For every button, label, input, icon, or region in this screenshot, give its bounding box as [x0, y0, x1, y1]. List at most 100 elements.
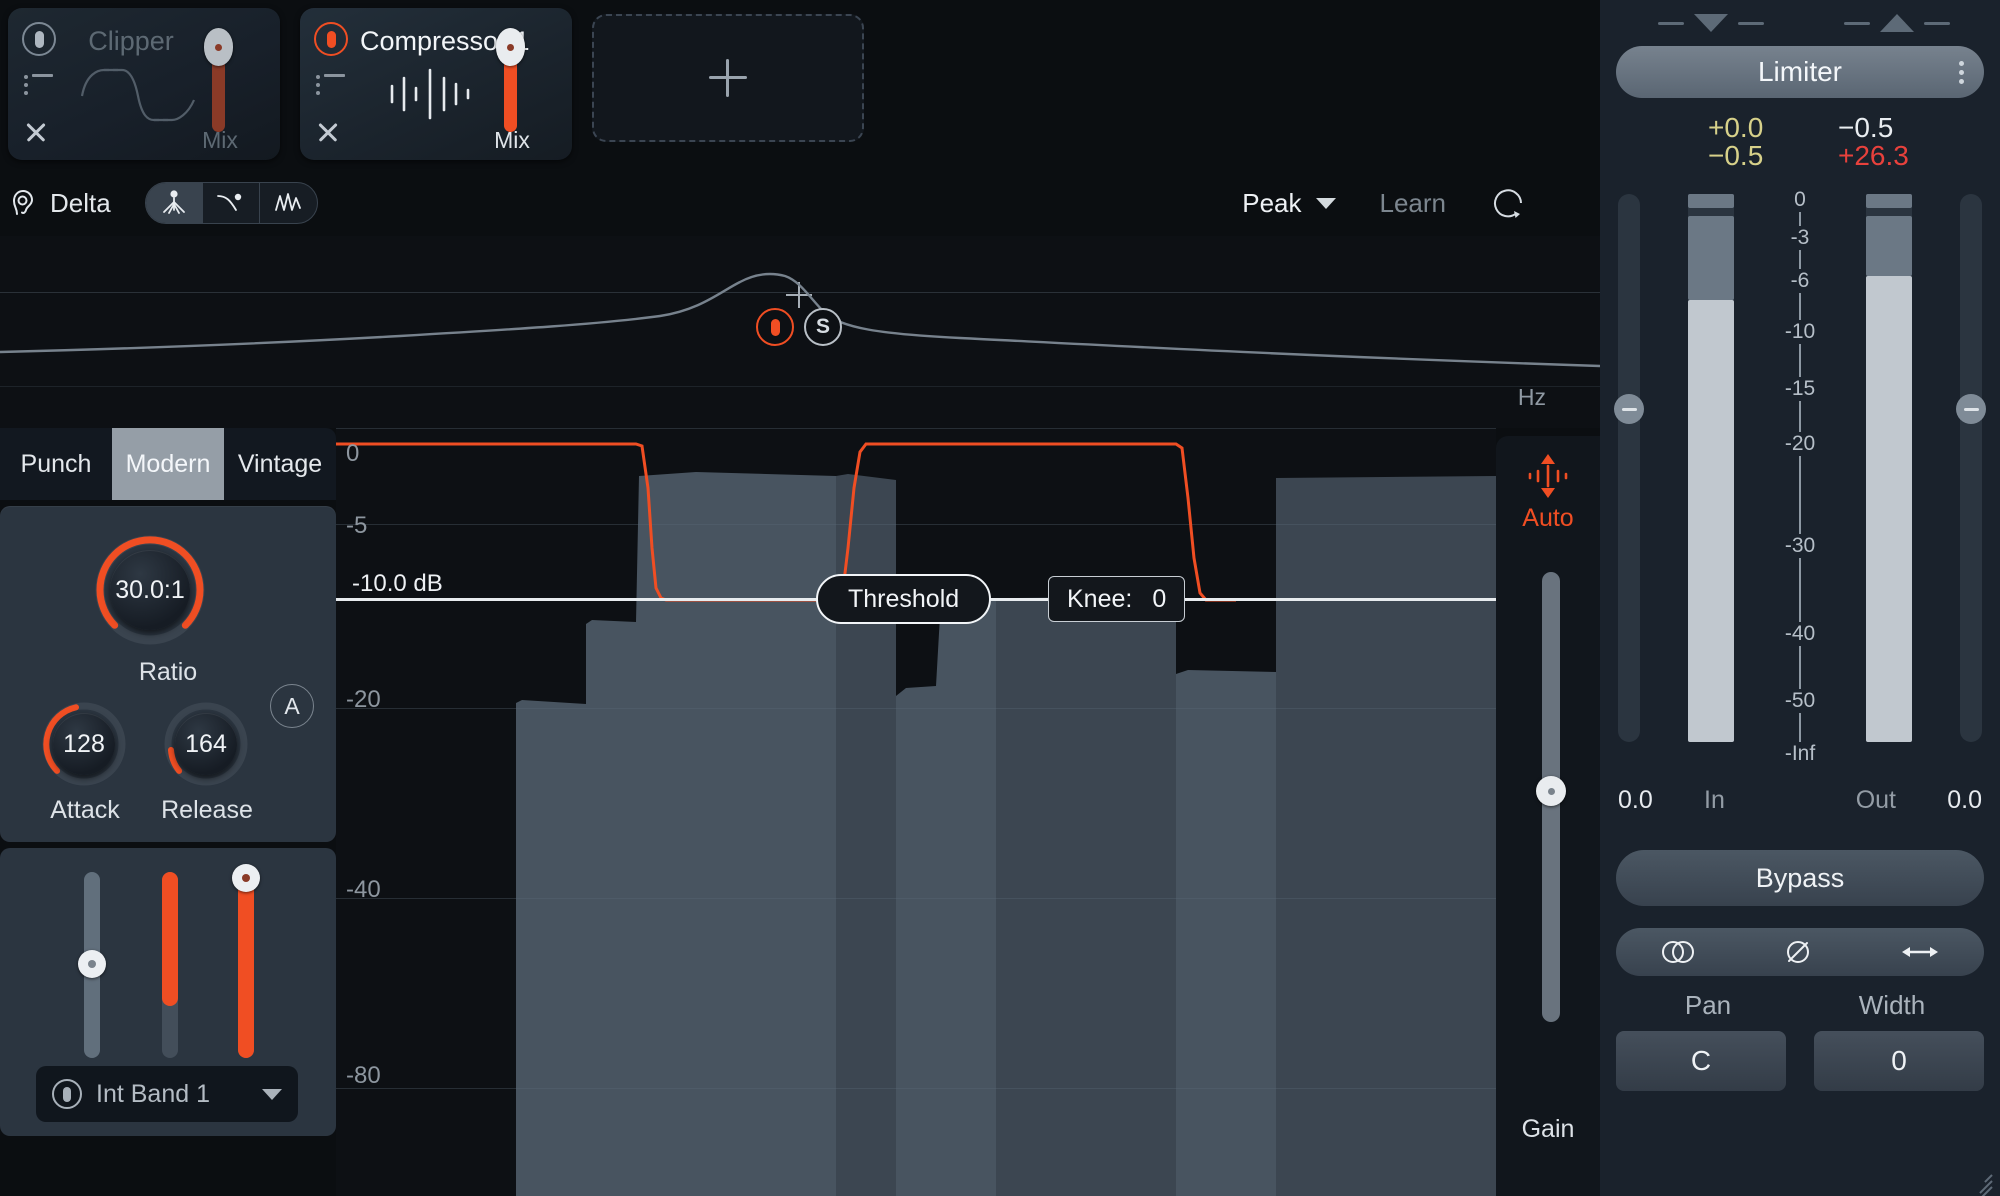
triangle-up-icon	[1880, 14, 1914, 32]
view-mode-spectrum-grab[interactable]	[145, 183, 203, 223]
meter-footer: 0.0 In Out 0.0	[1600, 786, 2000, 832]
input-trim-slider[interactable]	[1618, 194, 1640, 742]
module-menu-icon[interactable]	[316, 74, 346, 100]
pan-label: Pan	[1684, 990, 1732, 1020]
compressor-controls-panel: Punch Modern Vintage 30.0:1 Ratio A 128 …	[0, 428, 336, 1196]
module-mix-label: Mix	[202, 127, 238, 153]
output-trim-handle[interactable]	[1956, 394, 1986, 424]
out-meter-rms	[1866, 216, 1912, 276]
bypass-button[interactable]: Bypass	[1616, 850, 1984, 906]
style-tab-modern[interactable]: Modern	[112, 428, 224, 500]
output-trim-slider[interactable]	[1960, 194, 1982, 742]
release-label: Release	[161, 796, 253, 824]
auto-gain-slider-label: Gain	[1521, 1115, 1575, 1143]
graph-y-label-40: -40	[346, 876, 381, 903]
knob-panel: 30.0:1 Ratio A 128 Attack 164 Release	[0, 506, 336, 842]
in-meter-peak-hold	[1688, 194, 1734, 208]
in-meter-rms	[1688, 216, 1734, 300]
limiter-readouts: +0.0 −0.5 −0.5 +26.3	[1600, 112, 2000, 176]
spectrum-grab-icon	[162, 190, 185, 214]
graph-y-label-0: 0	[346, 440, 360, 467]
graph-y-label-80: -80	[346, 1062, 381, 1089]
compressor-graph[interactable]: 0 -5 -20 -40 -80 -10.0 dB Threshold Knee…	[336, 428, 1496, 1196]
eq-band-power-badge[interactable]	[756, 308, 794, 346]
meter-tick-inf: -Inf	[1781, 742, 1819, 766]
eq-band-solo-badge[interactable]: S	[804, 308, 842, 346]
plus-icon	[709, 59, 747, 97]
module-power-icon[interactable]	[314, 22, 348, 56]
width-value-field[interactable]: 0	[1814, 1031, 1984, 1091]
pan-value-field[interactable]: C	[1616, 1031, 1786, 1091]
knee-control[interactable]: Knee: 0	[1048, 576, 1186, 622]
slider-panel: Gain -9.7 Mix Int Band 1	[0, 848, 336, 1136]
in-meter-label: In	[1704, 786, 1725, 814]
delta-label: Delta	[50, 187, 111, 218]
learn-button[interactable]: Learn	[1380, 188, 1447, 219]
window-resize-grip[interactable]	[1966, 1164, 1993, 1196]
eq-toolbar: Delta Peak Learn	[0, 172, 1600, 234]
meter-tick-10: -10	[1781, 320, 1819, 344]
eq-curve-display[interactable]: S Hz	[0, 236, 1600, 428]
view-mode-curve-node[interactable]	[203, 183, 260, 223]
in-trim-value[interactable]: 0.0	[1618, 786, 1653, 815]
detection-mode-dropdown[interactable]: Peak	[1242, 188, 1336, 219]
limiter-title-bar[interactable]: Limiter	[1616, 46, 1984, 98]
module-close-icon[interactable]	[314, 118, 342, 146]
view-mode-segmented	[144, 182, 318, 224]
kebab-menu-icon[interactable]	[1959, 60, 1964, 84]
band-select-dropdown[interactable]: Int Band 1	[36, 1066, 298, 1122]
auto-gain-icon[interactable]	[1522, 452, 1574, 500]
module-power-icon[interactable]	[22, 22, 56, 56]
auto-gain-slider-handle[interactable]	[1536, 776, 1566, 806]
meter-tick-30: -30	[1781, 534, 1819, 558]
add-module-button[interactable]	[592, 14, 864, 142]
chevron-down-icon	[262, 1088, 282, 1100]
out-trim-value[interactable]: 0.0	[1947, 786, 1982, 815]
module-mix-slider[interactable]: Mix	[196, 26, 242, 156]
auto-attack-release-button[interactable]: A	[270, 684, 314, 728]
release-value: 164	[175, 713, 237, 775]
ear-icon[interactable]	[8, 188, 38, 218]
module-close-icon[interactable]	[22, 118, 50, 146]
module-menu-icon[interactable]	[24, 74, 54, 100]
release-knob[interactable]: 164	[158, 696, 254, 792]
collapse-handle[interactable]	[1658, 14, 1764, 32]
attack-value: 128	[53, 713, 115, 775]
eq-response-curve	[0, 272, 1600, 368]
auto-gain-label[interactable]: Auto	[1522, 504, 1573, 533]
limiter-title: Limiter	[1757, 56, 1842, 87]
pan-width-fields: C 0	[1616, 1031, 1984, 1091]
band-power-icon[interactable]	[52, 1079, 82, 1109]
meter-tick-50: -50	[1781, 689, 1819, 713]
stereo-link-icon[interactable]	[1658, 936, 1698, 968]
width-label: Width	[1858, 990, 1926, 1020]
auto-gain-column: Auto Gain	[1496, 436, 1600, 1196]
plugin-window: Clipper Mix Compressor 1 Mix Delta Peak …	[0, 0, 2000, 1196]
module-card-compressor-1[interactable]: Compressor 1 Mix	[300, 8, 572, 160]
stereo-mode-bar	[1616, 928, 1984, 976]
width-arrows-icon[interactable]	[1898, 936, 1942, 968]
phase-invert-icon[interactable]	[1781, 936, 1815, 968]
module-title: Compressor 1	[360, 26, 530, 56]
module-mix-slider[interactable]: Mix	[488, 26, 534, 156]
module-mix-label: Mix	[494, 127, 530, 153]
meter-tick-20: -20	[1781, 432, 1819, 456]
attack-knob[interactable]: 128	[36, 696, 132, 792]
graph-y-label-5: -5	[346, 512, 368, 539]
ratio-knob[interactable]: 30.0:1	[88, 528, 212, 652]
style-tab-punch[interactable]: Punch	[0, 428, 112, 500]
chevron-down-icon	[1315, 197, 1336, 209]
threshold-handle[interactable]: Threshold	[816, 574, 992, 624]
style-tab-vintage[interactable]: Vintage	[224, 428, 336, 500]
module-card-clipper[interactable]: Clipper Mix	[8, 8, 280, 160]
expand-handle[interactable]	[1844, 14, 1950, 32]
out-meter-level	[1866, 276, 1912, 742]
compressor-bars-icon	[390, 68, 470, 120]
limiter-resize-handles	[1600, 0, 2000, 46]
ratio-value: 30.0:1	[110, 550, 190, 630]
view-mode-waveform[interactable]	[260, 183, 317, 223]
knee-value: 0	[1152, 584, 1167, 613]
circular-reset-icon[interactable]	[1490, 185, 1526, 221]
input-trim-handle[interactable]	[1614, 394, 1644, 424]
limiter-meters: 0 -3 -6 -10 -15 -20 -30 -40 -50 -Inf	[1600, 186, 2000, 786]
